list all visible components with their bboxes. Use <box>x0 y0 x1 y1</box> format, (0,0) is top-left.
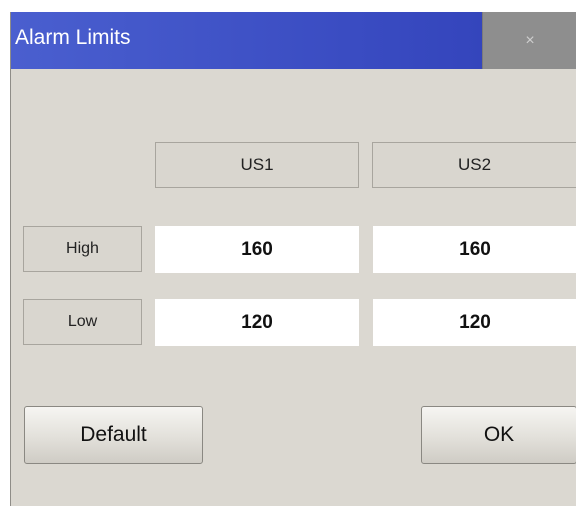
us1-low-limit-field[interactable]: 120 <box>155 299 359 346</box>
column-header-us2: US2 <box>372 142 576 188</box>
alarm-limits-dialog: Alarm Limits × US1 US2 High 160 160 Low … <box>10 12 576 506</box>
ok-button[interactable]: OK <box>421 406 576 464</box>
column-header-us1: US1 <box>155 142 359 188</box>
us2-low-limit-field[interactable]: 120 <box>373 299 576 346</box>
us2-high-limit-field[interactable]: 160 <box>373 226 576 273</box>
title-bar: Alarm Limits × <box>11 12 576 69</box>
row-label-low: Low <box>23 299 142 345</box>
us1-high-limit-field[interactable]: 160 <box>155 226 359 273</box>
close-button[interactable]: × <box>482 12 576 69</box>
window-title: Alarm Limits <box>15 26 131 49</box>
row-label-high: High <box>23 226 142 272</box>
default-button[interactable]: Default <box>24 406 203 464</box>
